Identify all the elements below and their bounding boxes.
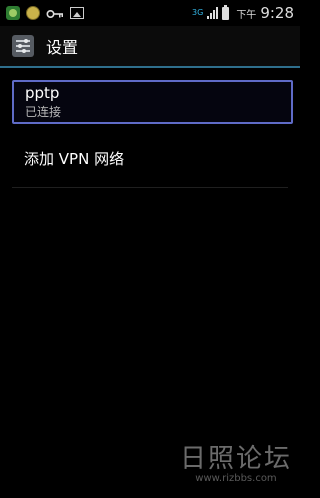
network-type: 3G xyxy=(192,8,204,17)
action-bar-divider xyxy=(0,66,300,68)
image-icon xyxy=(70,7,84,19)
android-icon xyxy=(6,6,20,20)
add-vpn-button[interactable]: 添加 VPN 网络 xyxy=(24,148,124,169)
vpn-name: pptp xyxy=(25,84,60,102)
network-indicator: 3G xyxy=(192,9,203,17)
vpn-item-pptp[interactable]: pptp 已连接 xyxy=(12,80,293,124)
signal-icon xyxy=(207,7,219,19)
watermark-url: www.rizbbs.com xyxy=(195,473,277,484)
list-divider xyxy=(12,187,288,188)
action-bar: 设置 xyxy=(0,26,300,66)
vpn-status: 已连接 xyxy=(25,105,62,119)
key-icon xyxy=(46,6,64,20)
coin-icon xyxy=(26,6,40,20)
watermark-text: 日照论坛 xyxy=(179,444,292,474)
status-bar: 3G 下午 9:28 xyxy=(0,0,300,26)
page-title: 设置 xyxy=(46,38,79,57)
clock-ampm: 下午 xyxy=(236,9,257,21)
settings-sliders-icon[interactable] xyxy=(12,35,34,57)
watermark: 日照论坛 www.rizbbs.com xyxy=(180,438,292,484)
clock-time: 9:28 xyxy=(260,4,294,22)
battery-icon xyxy=(222,4,230,20)
notification-icons xyxy=(0,6,84,20)
system-status: 3G 下午 9:28 xyxy=(192,0,294,26)
